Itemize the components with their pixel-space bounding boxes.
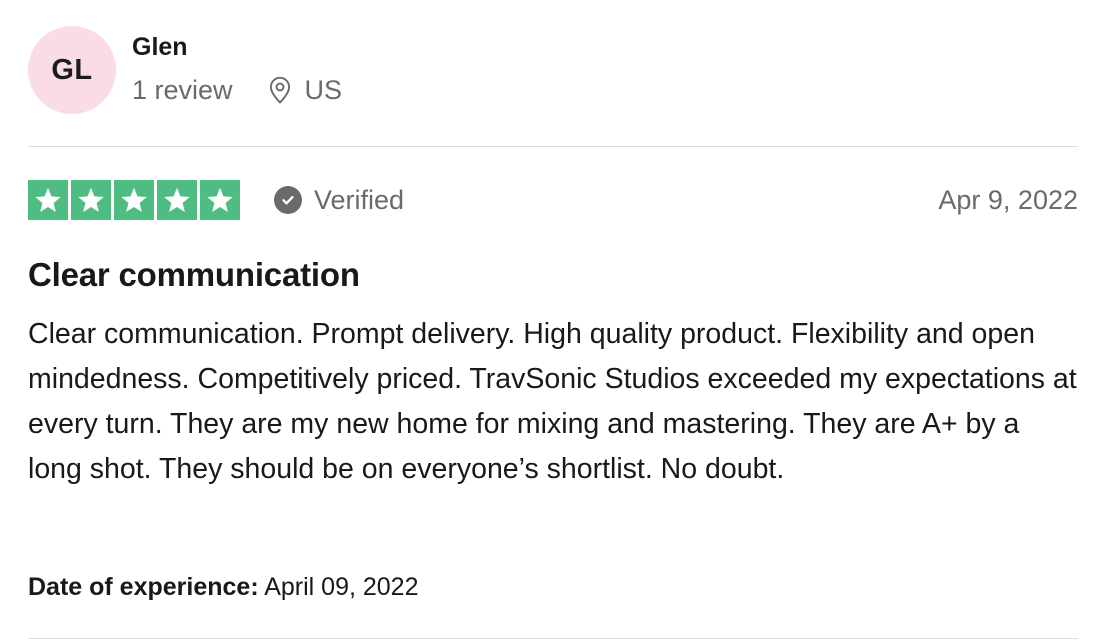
- consumer-name[interactable]: Glen: [132, 32, 342, 62]
- consumer-meta: 1 review US: [132, 74, 342, 106]
- location-label: US: [304, 75, 343, 105]
- star-rating: [28, 180, 240, 220]
- consumer-location: US: [267, 74, 343, 106]
- consumer-info: GL Glen 1 review US: [28, 26, 342, 114]
- rating-row: Verified Apr 9, 2022: [28, 180, 1078, 220]
- bottom-divider: [28, 638, 1078, 639]
- star-icon: [71, 180, 111, 220]
- review-date: Apr 9, 2022: [938, 184, 1078, 215]
- review-count: 1 review: [132, 75, 233, 105]
- star-icon: [200, 180, 240, 220]
- review-card: GL Glen 1 review US Verified Apr 9, 2022…: [0, 0, 1108, 640]
- experience-date: April 09, 2022: [264, 573, 419, 601]
- avatar[interactable]: GL: [28, 26, 116, 114]
- verified-badge[interactable]: Verified: [274, 185, 404, 216]
- divider: [28, 146, 1078, 147]
- consumer-details: Glen 1 review US: [132, 32, 342, 106]
- location-pin-icon: [267, 76, 305, 104]
- review-title[interactable]: Clear communication: [28, 253, 360, 297]
- star-icon: [28, 180, 68, 220]
- review-text: Clear communication. Prompt delivery. Hi…: [28, 318, 1077, 485]
- star-icon: [114, 180, 154, 220]
- experience-label: Date of experience:: [28, 573, 259, 601]
- star-icon: [157, 180, 197, 220]
- check-circle-icon: [274, 186, 302, 214]
- verified-label: Verified: [314, 184, 405, 215]
- date-of-experience: Date of experience: April 09, 2022: [28, 570, 419, 604]
